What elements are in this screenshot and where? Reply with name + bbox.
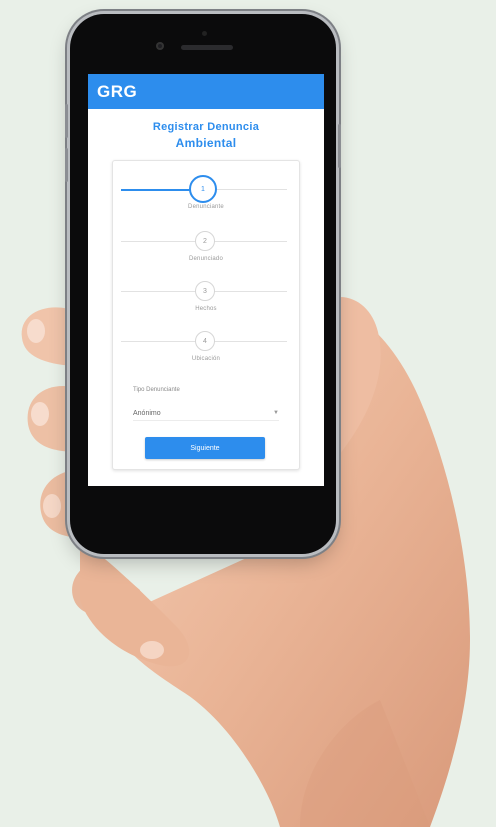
step-circle: 1 bbox=[189, 175, 217, 203]
step-circle: 3 bbox=[195, 281, 215, 301]
chevron-down-icon: ▼ bbox=[273, 410, 279, 416]
tipo-denunciante-label: Tipo Denunciante bbox=[133, 387, 180, 393]
power-button bbox=[338, 124, 341, 168]
title-line-1: Registrar Denuncia bbox=[152, 121, 260, 133]
front-camera-icon bbox=[156, 42, 164, 50]
step-circle: 2 bbox=[195, 231, 215, 251]
step-label: Hechos bbox=[195, 306, 217, 312]
scene: GRG Registrar Denuncia Ambiental 1 Denun… bbox=[0, 0, 496, 827]
stepper-step-3[interactable]: 3 Hechos bbox=[113, 273, 299, 317]
smartphone: GRG Registrar Denuncia Ambiental 1 Denun… bbox=[65, 14, 341, 554]
app-bar: GRG bbox=[88, 74, 324, 109]
sensor-icon bbox=[202, 31, 207, 36]
step-label: Ubicación bbox=[191, 356, 221, 362]
next-button[interactable]: Siguiente bbox=[145, 437, 265, 459]
volume-button bbox=[65, 104, 68, 138]
stepper-step-2[interactable]: 2 Denunciado bbox=[113, 223, 299, 267]
stepper-step-1[interactable]: 1 Denunciante bbox=[113, 171, 299, 215]
select-value: Anónimo bbox=[133, 409, 161, 417]
tipo-denunciante-select[interactable]: Anónimo ▼ bbox=[133, 406, 279, 421]
stepper-step-4[interactable]: 4 Ubicación bbox=[113, 323, 299, 367]
title-line-2: Ambiental bbox=[175, 136, 237, 150]
step-label: Denunciante bbox=[188, 204, 224, 210]
step-label: Denunciado bbox=[188, 256, 224, 262]
phone-screen: GRG Registrar Denuncia Ambiental 1 Denun… bbox=[88, 74, 324, 486]
step-progress-track bbox=[121, 189, 199, 191]
volume-button bbox=[65, 148, 68, 182]
form-card: 1 Denunciante 2 Denunciado 3 Hechos 4 Ub… bbox=[112, 160, 300, 470]
page-title: Registrar Denuncia Ambiental bbox=[88, 119, 324, 151]
app-logo[interactable]: GRG bbox=[97, 82, 137, 102]
speaker-grille bbox=[181, 45, 233, 50]
step-circle: 4 bbox=[195, 331, 215, 351]
